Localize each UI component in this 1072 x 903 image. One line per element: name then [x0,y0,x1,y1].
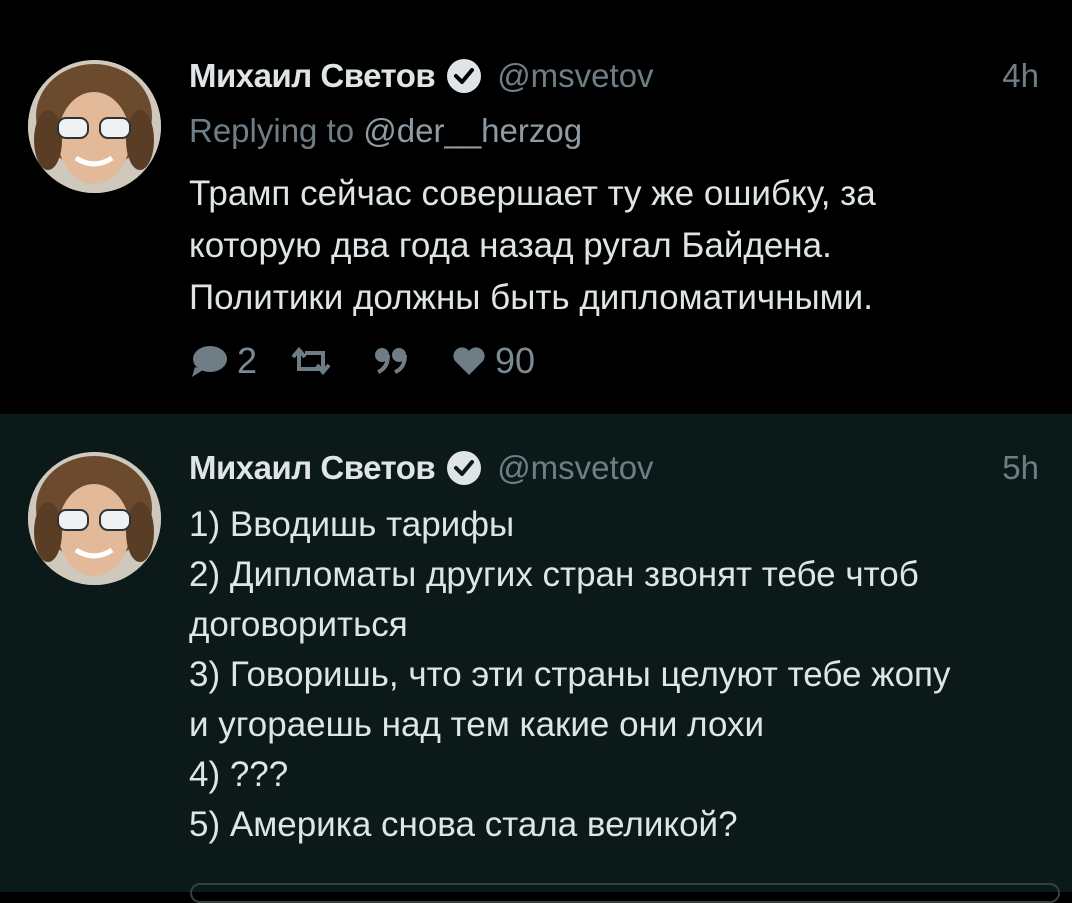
heart-icon [453,347,485,375]
tweet-timestamp[interactable]: 5h [1002,448,1039,488]
embedded-card[interactable] [190,883,1060,903]
retweet-icon [291,346,331,376]
tweet-text-line: 2) Дипломаты других стран звонят тебе чт… [189,555,919,594]
reply-icon [192,346,227,377]
replying-to: Replying to @der__herzog [189,112,582,150]
verified-badge-icon [445,449,483,487]
like-count: 90 [495,340,536,381]
tweet-text-line: 3) Говоришь, что эти страны целуют тебе … [189,655,951,694]
reply-mention-link[interactable]: @der__herzog [363,112,582,149]
like-button[interactable]: 90 [451,340,535,382]
avatar[interactable] [28,452,161,585]
tweet-text-line: и угораешь над тем какие они лохи [189,705,765,744]
tweet-text-line: которую два года назад ругал Байдена. [189,226,832,265]
retweet-button[interactable] [291,345,339,377]
tweet-text: 1) Вводишь тарифы 2) Дипломаты других ст… [189,500,951,850]
quote-icon [375,348,408,374]
reply-count: 2 [237,340,258,381]
tweet-actions: 2 90 [189,338,569,384]
tweet-text-line: 5) Америка снова стала великой? [189,805,738,844]
tweet[interactable]: Михаил Светов @msvetov 5h 1) Вводишь тар… [0,414,1072,903]
verified-badge-icon [445,57,483,95]
avatar[interactable] [28,60,161,193]
author-handle[interactable]: @msvetov [497,57,653,95]
tweet-text-line: договориться [189,605,408,644]
author-handle[interactable]: @msvetov [497,449,653,487]
tweet-text-line: Трамп сейчас совершает ту же ошибку, за [189,174,876,213]
tweet-text-line: 1) Вводишь тарифы [189,505,515,544]
tweet-timestamp[interactable]: 4h [1002,56,1039,96]
author-name[interactable]: Михаил Светов [189,57,436,95]
reply-button[interactable]: 2 [189,340,257,382]
quote-button[interactable] [373,346,417,376]
tweet-text: Трамп сейчас совершает ту же ошибку, за … [189,168,876,324]
tweet[interactable]: Михаил Светов @msvetov 4h Replying to @d… [0,0,1072,414]
tweet-text-line: Политики должны быть дипломатичными. [189,278,873,317]
replying-to-label: Replying to [189,112,364,149]
author-name[interactable]: Михаил Светов [189,449,436,487]
tweet-text-line: 4) ??? [189,755,289,794]
